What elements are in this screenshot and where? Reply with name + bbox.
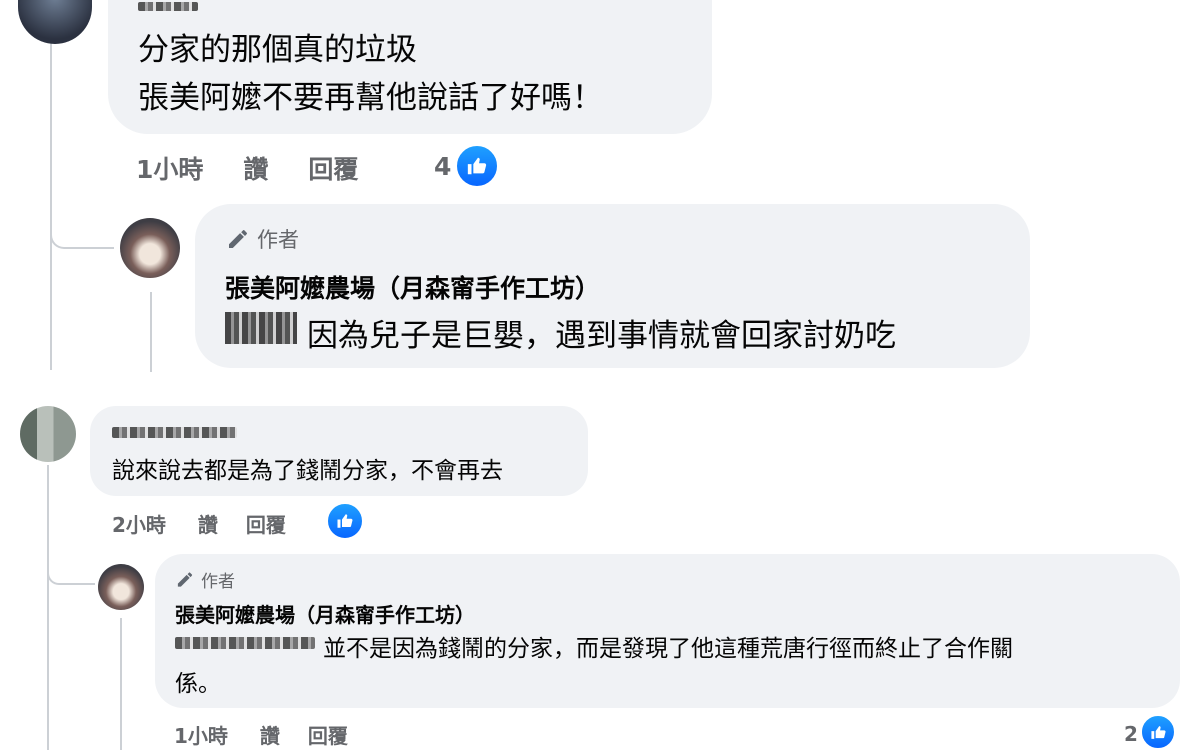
reply-button[interactable]: 回覆 xyxy=(308,150,358,186)
comment-bubble: 分家的那個真的垃圾 張美阿嬤不要再幫他說話了好嗎！ xyxy=(108,0,712,134)
reply-bubble: 作者 張美阿嬤農場（月森甯手作工坊） 因為兒子是巨嬰，遇到事情就會回家討奶吃 xyxy=(195,204,1030,368)
author-badge-label: 作者 xyxy=(201,572,235,592)
reaction-count[interactable]: 2 xyxy=(1124,722,1138,746)
avatar[interactable] xyxy=(18,0,92,44)
comment-text-line: 張美阿嬤不要再幫他說話了好嗎！ xyxy=(138,80,603,116)
reply-button[interactable]: 回覆 xyxy=(308,720,348,749)
thread-line-2b xyxy=(120,618,122,750)
thread-branch-1 xyxy=(50,205,114,249)
like-icon[interactable] xyxy=(1140,714,1176,750)
reply-meta: 1小時 讚 回覆 xyxy=(174,720,348,749)
commenter-name-redacted[interactable] xyxy=(112,427,237,438)
author-badge-label: 作者 xyxy=(257,228,299,252)
reply-button[interactable]: 回覆 xyxy=(246,509,286,538)
comment-text: 說來說去都是為了錢鬧分家，不會再去 xyxy=(112,458,503,484)
reply-bubble: 作者 張美阿嬤農場（月森甯手作工坊） 並不是因為錢鬧的分家，而是發現了他這種荒唐… xyxy=(155,554,1180,708)
timestamp[interactable]: 2小時 xyxy=(112,509,166,538)
comment-meta: 1小時 讚 回覆 xyxy=(136,150,358,186)
reaction-count[interactable]: 4 xyxy=(434,152,451,181)
reply-text-line: 並不是因為錢鬧的分家，而是發現了他這種荒唐行徑而終止了合作關 xyxy=(323,636,1013,662)
pencil-icon xyxy=(177,572,193,587)
mentioned-user-tag-redacted[interactable] xyxy=(225,312,297,344)
reply-text-line: 係。 xyxy=(175,671,221,697)
comment-bubble: 說來說去都是為了錢鬧分家，不會再去 xyxy=(90,406,588,496)
timestamp[interactable]: 1小時 xyxy=(174,720,228,749)
timestamp[interactable]: 1小時 xyxy=(136,150,203,186)
thread-branch-2 xyxy=(47,545,95,585)
author-avatar[interactable] xyxy=(120,218,180,278)
thread-line-2 xyxy=(47,465,49,750)
author-name[interactable]: 張美阿嬤農場（月森甯手作工坊） xyxy=(175,599,475,628)
author-badge: 作者 xyxy=(175,567,235,592)
avatar[interactable] xyxy=(20,406,76,462)
author-name[interactable]: 張美阿嬤農場（月森甯手作工坊） xyxy=(225,269,600,305)
author-badge: 作者 xyxy=(225,224,299,254)
author-avatar[interactable] xyxy=(98,564,144,610)
like-icon[interactable] xyxy=(455,144,499,188)
comment-text-line: 分家的那個真的垃圾 xyxy=(138,32,417,68)
like-button[interactable]: 讚 xyxy=(198,509,218,538)
commenter-name-redacted[interactable] xyxy=(138,2,198,11)
mentioned-user-tag-redacted[interactable] xyxy=(175,637,315,649)
reply-text: 因為兒子是巨嬰，遇到事情就會回家討奶吃 xyxy=(307,318,896,354)
pencil-icon xyxy=(229,230,247,248)
like-icon[interactable] xyxy=(326,502,364,540)
thread-line-1b xyxy=(150,292,152,372)
comment-meta: 2小時 讚 回覆 xyxy=(112,509,286,538)
like-button[interactable]: 讚 xyxy=(260,720,280,749)
like-button[interactable]: 讚 xyxy=(243,150,268,186)
